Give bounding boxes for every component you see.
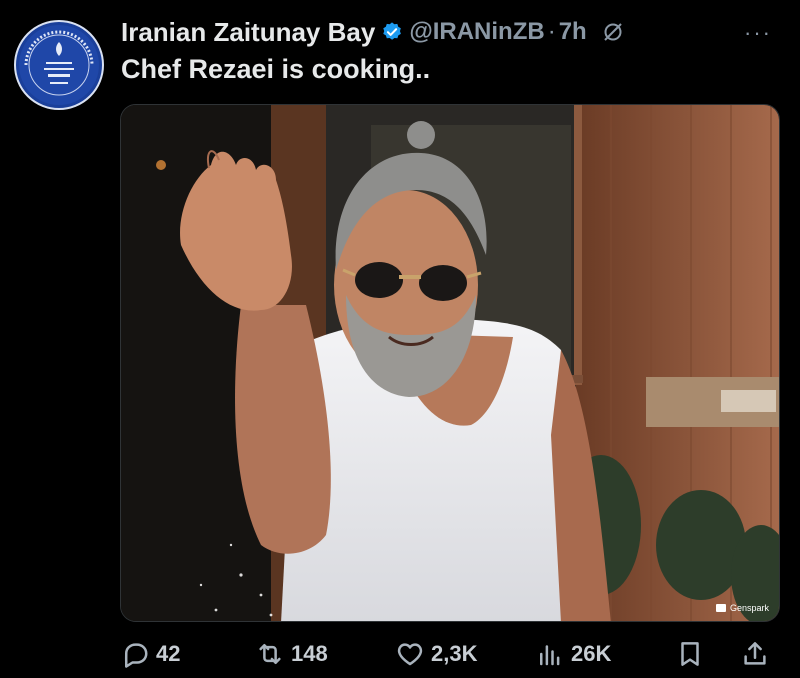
avatar[interactable] [14, 20, 104, 110]
share-icon [744, 642, 766, 665]
more-options-icon[interactable]: ··· [744, 20, 772, 46]
bookmark-icon [681, 642, 699, 666]
views-icon [540, 645, 560, 666]
bookmark-button[interactable] [675, 636, 711, 672]
views-button[interactable]: 26K [535, 636, 611, 672]
heart-icon [397, 643, 423, 666]
display-name[interactable]: Iranian Zaitunay Bay [121, 17, 375, 48]
watermark-label: Genspark [729, 603, 769, 613]
view-count: 26K [571, 641, 612, 666]
reply-count: 42 [156, 641, 181, 666]
grok-icon[interactable] [601, 20, 625, 44]
chef-photo [121, 105, 779, 621]
reply-icon [124, 643, 148, 668]
like-button[interactable]: 2,3K [395, 636, 477, 672]
tweet-timestamp[interactable]: 7h [559, 18, 587, 46]
embassy-seal-icon [19, 25, 99, 105]
verified-badge-icon[interactable] [381, 21, 403, 43]
tweet-image[interactable]: Genspark [120, 104, 780, 622]
tweet-header: Iranian Zaitunay Bay @IRANinZB · 7h ··· [121, 14, 780, 50]
separator-dot: · [547, 18, 556, 45]
genspark-logo-icon [715, 604, 726, 612]
watermark: Genspark [715, 603, 769, 613]
author-handle[interactable]: @IRANinZB [409, 18, 544, 46]
tweet-text: Chef Rezaei is cooking.. [121, 54, 431, 84]
share-button[interactable] [740, 636, 776, 672]
retweet-icon [259, 644, 281, 664]
tweet-actions: 42 148 2,3K 26K [120, 636, 780, 672]
like-count: 2,3K [431, 641, 478, 666]
retweet-count: 148 [291, 641, 328, 666]
reply-button[interactable]: 42 [120, 636, 180, 672]
retweet-button[interactable]: 148 [255, 636, 328, 672]
